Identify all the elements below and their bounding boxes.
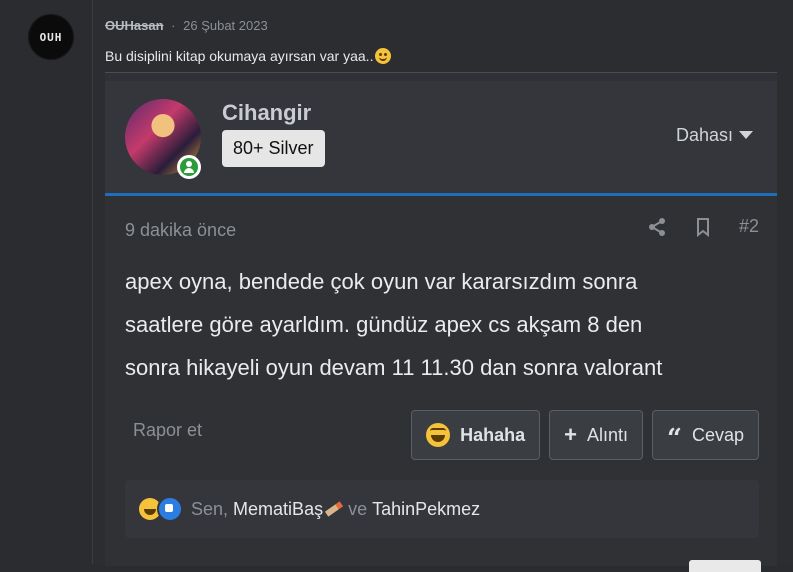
report-link[interactable]: Rapor et: [133, 420, 202, 441]
post-line: sonra hikayeli oyun devam 11 11.30 dan s…: [125, 355, 663, 380]
post-line: saatlere göre ayarldım. gündüz apex cs a…: [125, 312, 643, 337]
reaction-icons: [139, 496, 183, 522]
share-icon[interactable]: [647, 217, 667, 237]
reaction-and: ve: [348, 498, 368, 519]
pencil-icon: [324, 501, 344, 517]
comment-body: Bu disiplini kitap okumaya ayırsan var y…: [105, 48, 374, 64]
plus-icon: +: [564, 422, 577, 447]
quote-card: Cihangir 80+ Silver Dahası: [105, 72, 777, 196]
thread-content: OUHasan · 26 Şubat 2023 Bu disiplini kit…: [93, 0, 793, 572]
haha-reaction-button[interactable]: Hahaha: [411, 410, 541, 460]
post-number[interactable]: #2: [739, 216, 759, 237]
comment-username[interactable]: OUHasan: [105, 18, 164, 33]
quote-button[interactable]: + Alıntı: [549, 410, 643, 460]
profile-username[interactable]: Cihangir: [222, 100, 311, 126]
more-dropdown[interactable]: Dahası: [676, 125, 753, 146]
comment-date: 26 Şubat 2023: [183, 18, 268, 33]
post-body: apex oyna, bendede çok oyun var kararsız…: [125, 260, 745, 389]
commenter-avatar[interactable]: OUH: [28, 14, 74, 60]
reaction-user-1[interactable]: MematiBaş: [233, 499, 323, 520]
comment-meta: OUHasan · 26 Şubat 2023: [105, 18, 268, 33]
reactions-bar[interactable]: Sen, MematiBaş ve TahinPekmez: [125, 480, 759, 538]
quote-icon: “: [667, 424, 682, 454]
avatar-text: OUH: [39, 30, 63, 44]
online-status-icon: [177, 155, 201, 179]
comment-text: Bu disiplini kitap okumaya ayırsan var y…: [105, 48, 392, 64]
more-label: Dahası: [675, 125, 733, 145]
post-actions: Hahaha + Alıntı “ Cevap: [411, 410, 759, 460]
post: 9 dakika önce #2 apex oyna, bendede çok …: [105, 196, 777, 572]
reaction-user-2[interactable]: TahinPekmez: [372, 499, 480, 520]
laugh-emoji-icon: [426, 423, 451, 447]
post-tools: #2: [647, 216, 759, 237]
scroll-top-button[interactable]: [689, 560, 761, 572]
user-panel: Cihangir 80+ Silver Dahası: [105, 81, 777, 196]
quote-label: Alıntı: [586, 424, 628, 445]
post-line: apex oyna, bendede çok oyun var kararsız…: [125, 269, 638, 294]
bookmark-icon[interactable]: [693, 217, 713, 237]
reply-button[interactable]: “ Cevap: [652, 410, 759, 460]
caret-down-icon: [739, 131, 753, 139]
reaction-you: Sen,: [191, 498, 229, 519]
grin-emoji-icon: [375, 48, 392, 64]
post-time[interactable]: 9 dakika önce: [125, 220, 236, 241]
left-sidebar: OUH: [0, 0, 93, 564]
reply-label: Cevap: [691, 424, 744, 445]
haha-label: Hahaha: [460, 424, 526, 445]
meta-separator: ·: [171, 18, 176, 33]
rank-badge: 80+ Silver: [222, 130, 325, 167]
like-icon: [157, 496, 183, 522]
